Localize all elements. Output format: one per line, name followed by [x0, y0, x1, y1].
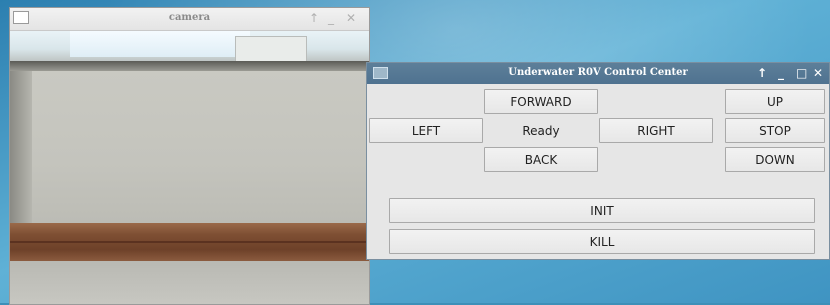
right-button[interactable]: RIGHT [599, 118, 713, 143]
close-icon[interactable]: ✕ [346, 11, 356, 25]
pin-icon[interactable]: ↑ [757, 66, 767, 80]
camera-feed-floor [10, 261, 369, 304]
camera-feed-ledge [10, 61, 369, 71]
camera-window: camera ↑ _ ✕ [9, 7, 370, 305]
pin-icon[interactable]: ↑ [309, 11, 319, 25]
camera-feed-wall [10, 71, 369, 223]
stop-button[interactable]: STOP [725, 118, 825, 143]
back-button[interactable]: BACK [484, 147, 598, 172]
camera-feed [10, 31, 369, 304]
minimize-icon[interactable]: _ [328, 11, 334, 25]
maximize-icon[interactable]: □ [796, 66, 807, 80]
kill-button[interactable]: KILL [389, 229, 815, 254]
camera-feed-wood-line [10, 241, 369, 243]
status-label: Ready [522, 123, 560, 138]
up-button[interactable]: UP [725, 89, 825, 114]
control-window: Underwater R0V Control Center ↑ _ □ ✕ FO… [366, 62, 830, 260]
camera-feed-window-light [70, 31, 250, 57]
close-icon[interactable]: ✕ [813, 66, 823, 80]
init-button[interactable]: INIT [389, 198, 815, 223]
control-window-titlebar[interactable]: Underwater R0V Control Center ↑ _ □ ✕ [367, 63, 829, 84]
down-button[interactable]: DOWN [725, 147, 825, 172]
forward-button[interactable]: FORWARD [484, 89, 598, 114]
minimize-icon[interactable]: _ [778, 66, 784, 80]
left-button[interactable]: LEFT [369, 118, 483, 143]
camera-window-titlebar[interactable]: camera ↑ _ ✕ [10, 8, 369, 31]
